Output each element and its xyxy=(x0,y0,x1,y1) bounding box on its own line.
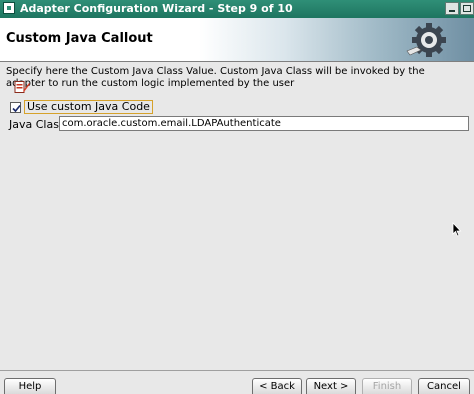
cancel-button[interactable]: Cancel xyxy=(418,378,470,394)
page-title: Custom Java Callout xyxy=(6,31,153,46)
next-button[interactable]: Next > xyxy=(306,378,356,394)
gear-icon xyxy=(405,21,453,59)
java-class-input[interactable] xyxy=(59,116,469,131)
back-button[interactable]: < Back xyxy=(252,378,302,394)
wizard-header: Custom Java Callout xyxy=(0,18,474,62)
help-button[interactable]: Help xyxy=(4,378,56,394)
use-custom-java-checkbox[interactable] xyxy=(10,101,21,113)
window-menu-icon[interactable] xyxy=(3,2,15,14)
minimize-button[interactable] xyxy=(445,2,459,15)
description-text: Specify here the Custom Java Class Value… xyxy=(6,66,425,89)
use-custom-java-label[interactable]: Use custom Java Code xyxy=(24,100,153,114)
maximize-button[interactable] xyxy=(460,2,474,15)
footer-divider xyxy=(0,370,474,371)
finish-button[interactable]: Finish xyxy=(362,378,412,394)
title-bar[interactable]: Adapter Configuration Wizard - Step 9 of… xyxy=(0,0,474,18)
use-custom-java-row[interactable]: Use custom Java Code xyxy=(10,100,153,114)
check-icon xyxy=(12,104,21,112)
mouse-pointer-icon xyxy=(452,221,462,240)
window-title: Adapter Configuration Wizard - Step 9 of… xyxy=(20,2,293,15)
document-edit-icon xyxy=(14,81,30,93)
